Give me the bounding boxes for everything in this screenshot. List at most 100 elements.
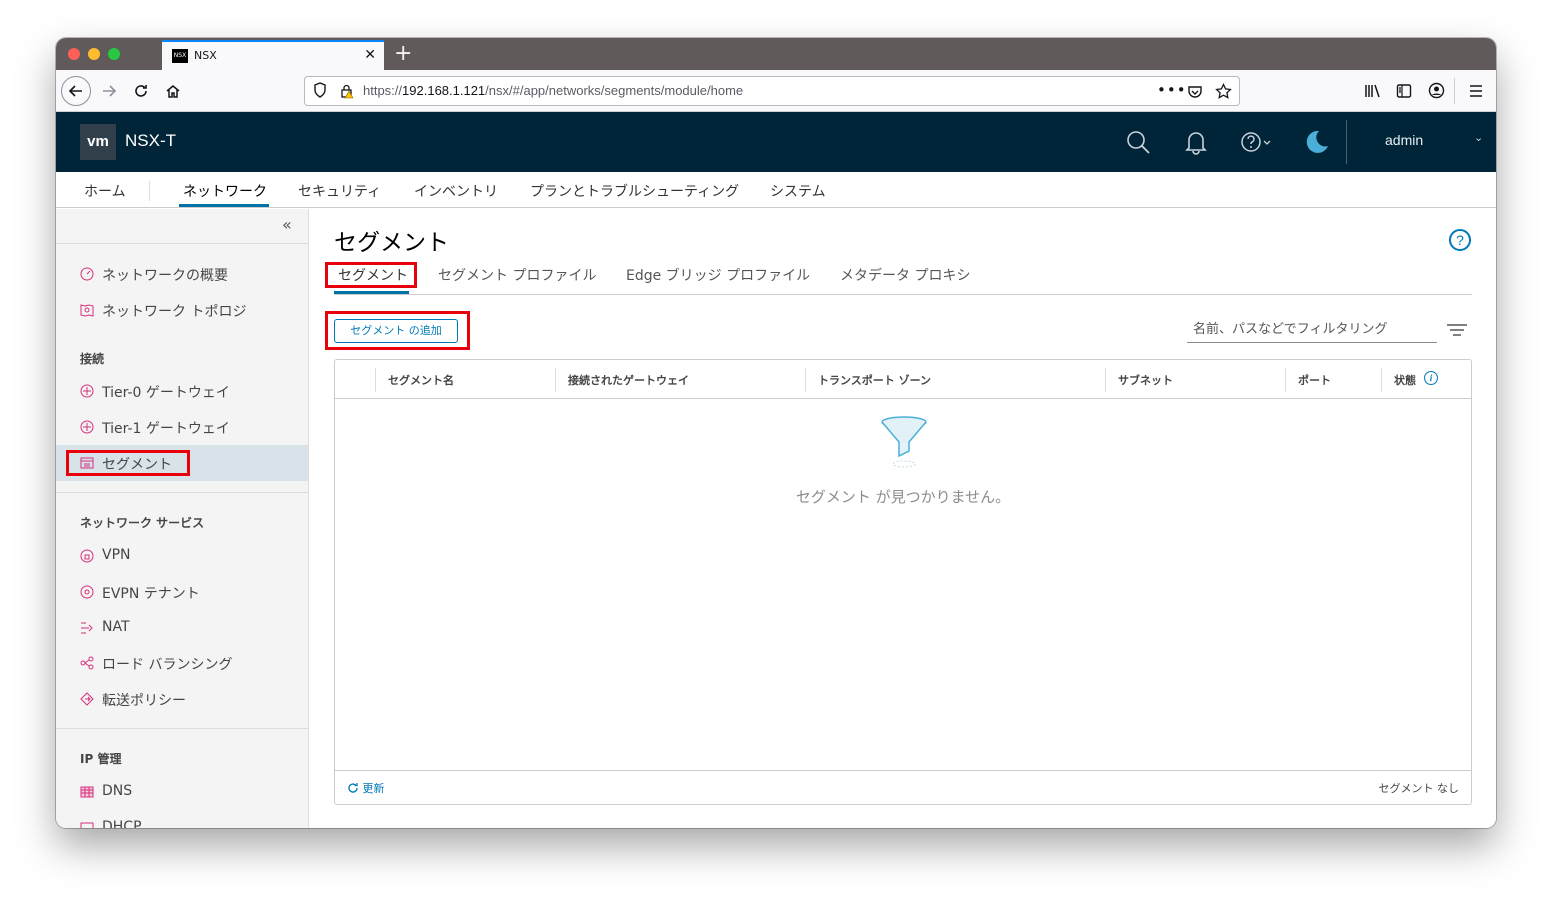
nav-system[interactable]: システム [770, 181, 826, 201]
search-icon[interactable] [1124, 128, 1152, 156]
load-balancer-icon [80, 656, 94, 670]
sidebar-item-forwarding-policy[interactable]: 転送ポリシー [56, 681, 308, 717]
sidebar-item-network-topology[interactable]: ネットワーク トポロジ [56, 292, 308, 328]
home-button[interactable] [158, 76, 188, 106]
page-title: セグメント [334, 230, 449, 256]
sidebar-section-connection: 接続 [80, 352, 105, 366]
column-connected-gateway[interactable]: 接続されたゲートウェイ [568, 372, 689, 388]
column-segment-name[interactable]: セグメント名 [388, 372, 454, 388]
chevron-down-icon[interactable]: ⌄ [1474, 131, 1483, 144]
help-menu-icon[interactable] [1238, 128, 1278, 156]
segments-datagrid: セグメント名 接続されたゲートウェイ トランスポート ゾーン サブネット ポート… [334, 359, 1472, 805]
nsx-favicon-icon: NSX [172, 49, 188, 63]
column-transport-zone[interactable]: トランスポート ゾーン [818, 372, 931, 388]
column-separator [555, 368, 556, 392]
reload-button[interactable] [126, 76, 156, 106]
sidebar-item-label: ネットワーク トポロジ [102, 304, 247, 320]
header-divider [1346, 120, 1347, 164]
minimize-window-button[interactable] [88, 48, 100, 60]
nav-home[interactable]: ホーム [84, 181, 126, 201]
nav-plan-troubleshoot[interactable]: プランとトラブルシューティング [530, 181, 739, 201]
pocket-icon[interactable] [1187, 84, 1203, 100]
column-separator [1105, 368, 1106, 392]
arrow-right-icon [103, 85, 117, 97]
sidebar-toggle-icon[interactable] [1396, 83, 1412, 99]
main-navigation: ホーム ネットワーク セキュリティ インベントリ プランとトラブルシューティング… [56, 172, 1496, 208]
help-icon[interactable]: ? [1449, 229, 1471, 251]
column-status[interactable]: 状態 [1394, 372, 1416, 388]
address-bar[interactable]: https://192.168.1.121/nsx/#/app/networks… [304, 76, 1240, 106]
account-icon[interactable] [1428, 82, 1445, 99]
browser-window: NSX NSX ✕ + https://192.168.1.121/nsx/#/… [56, 38, 1496, 828]
sidebar-item-dns[interactable]: DNS [56, 774, 308, 810]
close-tab-icon[interactable]: ✕ [364, 47, 376, 63]
sidebar-item-load-balancing[interactable]: ロード バランシング [56, 645, 308, 681]
user-menu[interactable]: admin [1385, 132, 1423, 148]
nav-security[interactable]: セキュリティ [298, 181, 381, 201]
highlight-box [66, 450, 190, 476]
refresh-label: 更新 [362, 782, 385, 795]
column-subnet[interactable]: サブネット [1118, 372, 1173, 388]
shield-icon[interactable] [313, 82, 327, 98]
page-actions-icon[interactable]: ••• [1157, 81, 1187, 99]
bookmark-star-icon[interactable] [1215, 83, 1232, 100]
main-content: セグメント ? セグメント セグメント プロファイル Edge ブリッジ プロフ… [310, 209, 1496, 828]
insecure-lock-icon[interactable] [339, 83, 355, 99]
column-ports[interactable]: ポート [1298, 372, 1331, 388]
sidebar-item-tier0-gateway[interactable]: Tier-0 ゲートウェイ [56, 373, 308, 409]
topology-map-icon [80, 304, 94, 317]
app-title: NSX-T [125, 131, 176, 150]
column-separator [1381, 368, 1382, 392]
zoom-window-button[interactable] [108, 48, 120, 60]
sidebar-item-tier1-gateway[interactable]: Tier-1 ゲートウェイ [56, 409, 308, 445]
close-window-button[interactable] [68, 48, 80, 60]
info-icon[interactable]: i [1424, 371, 1438, 385]
datagrid-footer: 更新 セグメント なし [335, 770, 1471, 804]
url-path: /nsx/#/app/networks/segments/module/home [485, 83, 744, 98]
tab-segment-profiles[interactable]: セグメント プロファイル [438, 265, 596, 285]
collapse-sidebar-icon[interactable]: « [282, 215, 292, 234]
url-prefix: https:// [363, 83, 403, 98]
refresh-icon [348, 783, 358, 793]
sidebar-item-dhcp[interactable]: DHCP [56, 810, 308, 828]
sidebar-item-vpn[interactable]: VPN [56, 538, 308, 574]
bell-icon[interactable] [1182, 128, 1210, 156]
sidebar-item-network-overview[interactable]: ネットワークの概要 [56, 256, 308, 292]
sidebar-divider [56, 492, 308, 493]
segment-count: セグメント なし [1378, 782, 1460, 795]
sidebar-item-evpn-tenant[interactable]: EVPN テナント [56, 574, 308, 610]
hamburger-menu-icon[interactable] [1469, 84, 1483, 98]
highlight-box [325, 262, 417, 288]
library-icon[interactable] [1364, 83, 1382, 99]
tab-edge-bridge-profiles[interactable]: Edge ブリッジ プロファイル [626, 265, 810, 285]
browser-tab[interactable]: NSX NSX ✕ [162, 40, 384, 70]
empty-state-message: セグメント が見つかりません。 [795, 488, 1011, 506]
new-tab-button[interactable]: + [394, 40, 412, 68]
sidebar-item-nat[interactable]: NAT [56, 610, 308, 646]
sidebar: « ネットワークの概要 ネットワーク トポロジ 接続 Tier-0 ゲートウェイ… [56, 209, 309, 828]
highlight-box [325, 311, 470, 350]
nat-arrow-icon [81, 622, 93, 634]
vmware-logo: vm [80, 124, 116, 160]
nav-inventory[interactable]: インベントリ [414, 181, 498, 201]
sidebar-item-label: DHCP [102, 819, 142, 828]
filter-input[interactable] [1187, 317, 1437, 343]
forward-button[interactable] [94, 76, 124, 106]
sidebar-item-label: NAT [102, 619, 130, 635]
vpn-lock-icon [80, 549, 94, 563]
dark-mode-moon-icon[interactable] [1302, 128, 1330, 156]
back-button[interactable] [61, 76, 91, 106]
toolbar-divider [1454, 78, 1455, 104]
sidebar-section-ip-management: IP 管理 [80, 752, 122, 766]
sidebar-item-label: ロード バランシング [102, 657, 233, 673]
arrow-left-icon [68, 85, 82, 97]
refresh-button[interactable]: 更新 [347, 780, 385, 796]
filter-lines-icon[interactable] [1446, 323, 1468, 337]
url-text[interactable]: https://192.168.1.121/nsx/#/app/networks… [363, 83, 743, 98]
sidebar-item-label: EVPN テナント [102, 586, 200, 602]
router-icon [80, 384, 94, 398]
sidebar-item-label: Tier-1 ゲートウェイ [102, 421, 230, 437]
tab-metadata-proxy[interactable]: メタデータ プロキシ [840, 265, 970, 285]
nav-networking[interactable]: ネットワーク [183, 181, 267, 201]
sidebar-item-label: VPN [102, 547, 131, 563]
